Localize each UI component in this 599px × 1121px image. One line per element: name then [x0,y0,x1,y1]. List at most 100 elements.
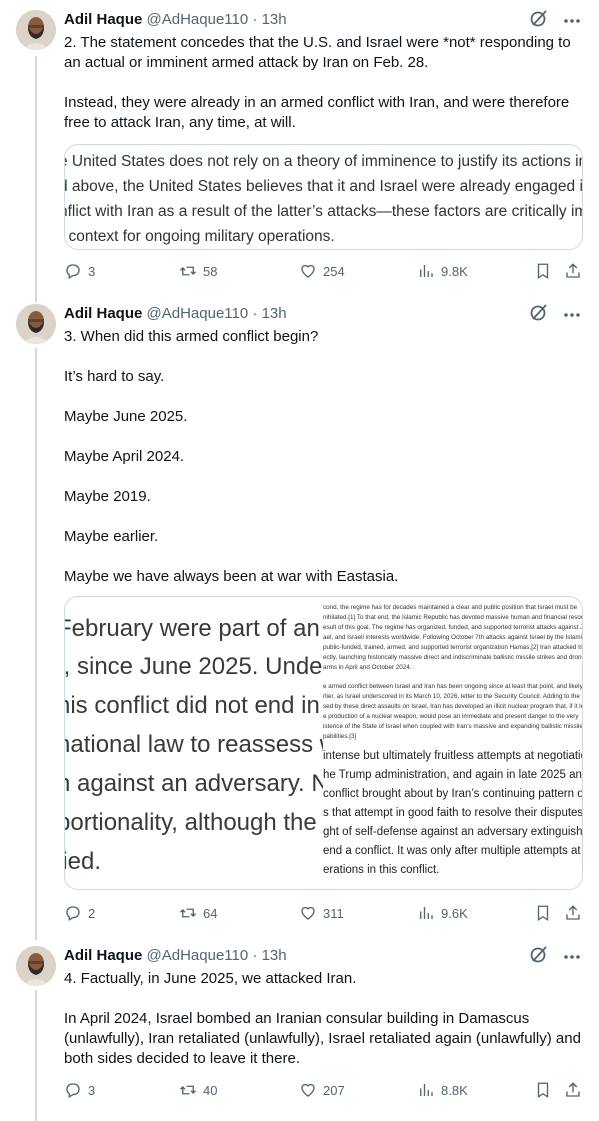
media-right-panel: cond, the regime has for decades maintai… [323,597,583,887]
views-button[interactable]: 8.8K [417,1080,468,1100]
media-text-line: e United States does not rely on a theor… [64,153,583,170]
bookmark-button[interactable] [534,261,552,281]
more-dots-icon[interactable] [563,305,581,323]
grok-slash-icon[interactable] [529,302,549,327]
tweet[interactable]: Adil Haque @AdHaque110 · 13h 2. The stat… [0,0,599,300]
header-actions [529,302,581,327]
retweet-icon [180,1085,196,1095]
media-small-line: sed by these direct assaults on Israel, … [323,703,583,710]
author-name[interactable]: Adil Haque [64,947,142,964]
media-image[interactable]: February were part of an a t, since June… [64,596,583,890]
media-small-line: e production of a nuclear weapon, would … [323,713,579,720]
views-button[interactable]: 9.6K [417,903,468,923]
retweet-count: 58 [203,263,218,279]
grok-slash-icon[interactable] [529,944,549,969]
bookmark-icon [537,263,549,280]
like-count: 311 [323,905,344,921]
retweet-button[interactable]: 58 [179,261,217,281]
author-handle[interactable]: @AdHaque110 [147,305,249,322]
share-button[interactable] [564,261,582,281]
bookmark-icon [537,1082,549,1099]
timestamp[interactable]: 13h [262,11,287,28]
like-count: 254 [323,263,345,279]
media-text-line: t, since June 2025. Under [65,653,323,680]
grok-slash-icon[interactable] [529,8,549,33]
views-count: 9.6K [441,905,468,921]
tweet-text: 4. Factually, in June 2025, we attacked … [64,970,581,1067]
views-bars-icon [420,1084,433,1096]
views-button[interactable]: 9.8K [417,261,468,281]
reply-icon [66,906,80,921]
media-text-line: portionality, although the [65,809,317,836]
like-button[interactable]: 207 [299,1080,345,1100]
author-name[interactable]: Adil Haque [64,305,142,322]
reply-button[interactable]: 3 [64,1080,95,1100]
reply-button[interactable]: 2 [64,903,95,923]
tweet-text: 2. The statement concedes that the U.S. … [64,34,571,131]
media-text-line: r context for ongoing military operation… [64,228,335,245]
tweet-actions: 3 58 254 9.8K [64,261,584,281]
retweet-button[interactable]: 64 [179,903,217,923]
separator-dot: · [252,947,258,964]
media-small-line: arms in April and October 2024. [323,664,412,671]
author-handle[interactable]: @AdHaque110 [147,11,249,28]
media-small-line: pabilities.[3] [323,733,357,740]
tweet-header: Adil Haque @AdHaque110 · 13h [64,10,287,30]
avatar[interactable] [16,304,56,344]
retweet-button[interactable]: 40 [179,1080,217,1100]
separator-dot: · [252,11,258,28]
header-actions [529,944,581,969]
media-text-line: end a conflict. It was only after multip… [323,845,583,857]
media-text-line: his conflict did not end in [65,692,320,719]
media-text-line: nflict with Iran as a result of the latt… [64,203,583,220]
media-text-line: n against an adversary. No [65,770,323,797]
author-handle[interactable]: @AdHaque110 [147,947,249,964]
tweet[interactable]: Adil Haque @AdHaque110 · 13h 3. When did… [0,302,599,940]
timestamp[interactable]: 13h [262,947,287,964]
media-text-line: s that attempt in good faith to resolve … [323,807,583,819]
more-dots-icon[interactable] [563,947,581,965]
author-name[interactable]: Adil Haque [64,11,142,28]
avatar[interactable] [16,946,56,986]
retweet-count: 40 [203,1082,218,1098]
avatar[interactable] [16,10,56,50]
media-small-line: esult of this goal. The regime has organ… [323,624,583,631]
media-image[interactable]: e United States does not rely on a theor… [64,144,583,250]
media-text-line: conflict brought about by Iran’s continu… [323,788,583,800]
reply-icon [66,1083,80,1098]
tweet[interactable]: Adil Haque @AdHaque110 · 13h 4. Factuall… [0,944,599,1121]
bookmark-button[interactable] [534,903,552,923]
retweet-icon [180,908,196,918]
tweet-header: Adil Haque @AdHaque110 · 13h [64,304,287,324]
heart-icon [301,264,315,278]
retweet-icon [180,266,196,276]
bookmark-button[interactable] [534,1080,552,1100]
views-bars-icon [420,265,433,277]
tweet-text: 3. When did this armed conflict begin? I… [64,328,399,585]
media-text-line: he Trump administration, and again in la… [323,769,583,781]
media-small-line: cond, the regime has for decades maintai… [323,604,578,611]
reply-button[interactable]: 3 [64,261,95,281]
tweet-actions: 3 40 207 8.8K [64,1080,584,1100]
media-small-line: istence of the State of Israel when coup… [323,723,583,730]
timestamp[interactable]: 13h [262,305,287,322]
views-count: 9.8K [441,263,468,279]
reply-icon [66,264,80,279]
tweet-header: Adil Haque @AdHaque110 · 13h [64,946,287,966]
header-actions [529,8,581,33]
media-left-panel: February were part of an a t, since June… [65,597,323,889]
share-icon [566,263,580,278]
tweet-actions: 2 64 311 9.6K [64,903,584,923]
media-small-line: ael, and Israeli interests worldwide. Fo… [323,634,583,641]
views-count: 8.8K [441,1082,468,1098]
like-button[interactable]: 254 [299,261,345,281]
views-bars-icon [420,907,433,919]
share-button[interactable] [564,903,582,923]
reply-count: 2 [88,905,96,921]
media-small-line: public-funded, trained, armed, and suppo… [323,644,583,651]
share-icon [566,1082,580,1097]
like-button[interactable]: 311 [299,903,344,923]
more-dots-icon[interactable] [563,11,581,29]
share-button[interactable] [564,1080,582,1100]
share-icon [566,905,580,920]
